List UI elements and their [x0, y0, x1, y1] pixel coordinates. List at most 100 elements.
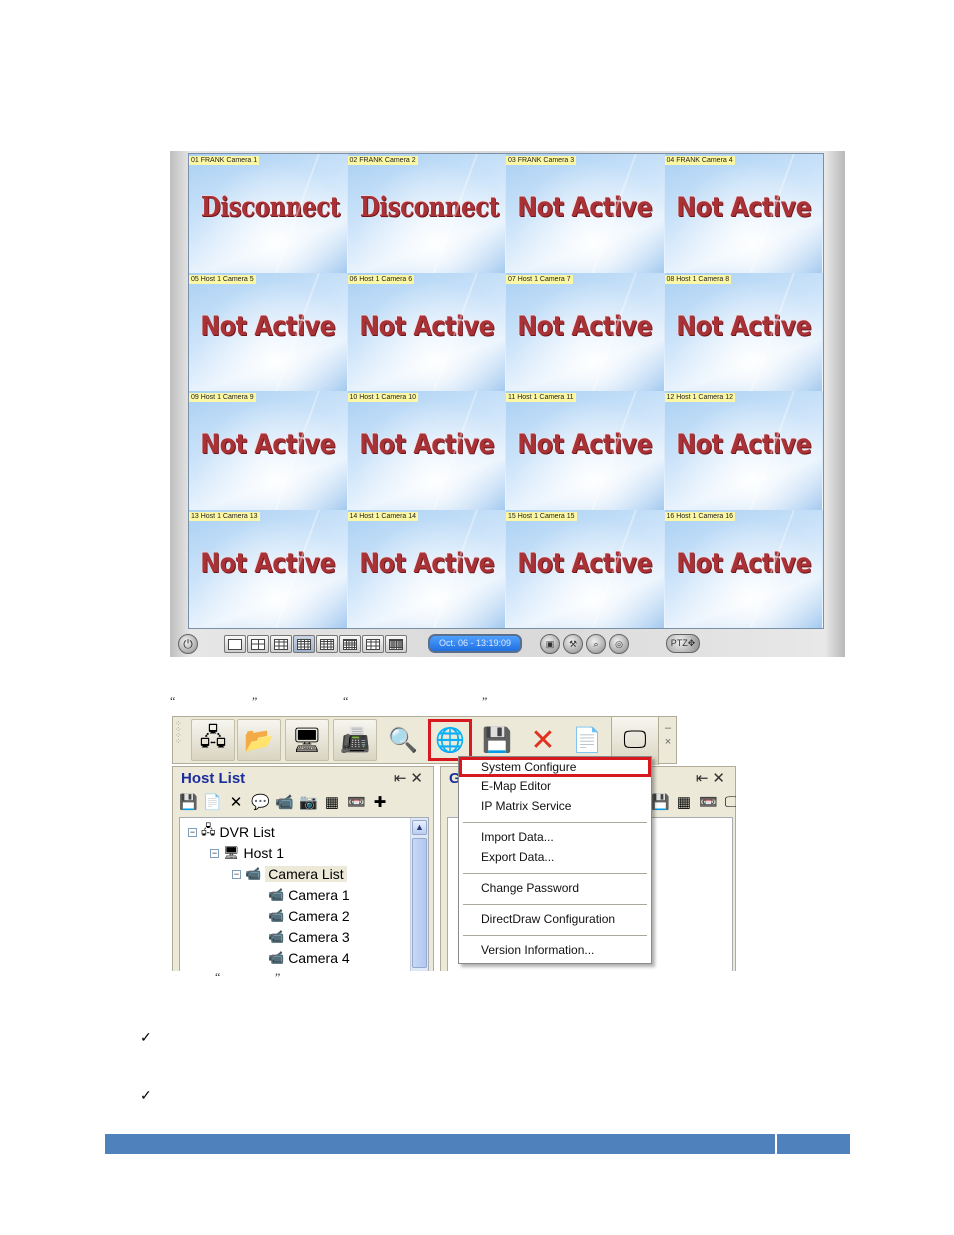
folder-icon[interactable]: 📂 — [237, 719, 281, 761]
menu-item-version-information[interactable]: Version Information... — [481, 943, 594, 957]
new-icon[interactable]: 📄 — [203, 793, 222, 811]
camera-cell[interactable]: 02 FRANK Camera 2 Disconnect — [347, 154, 506, 273]
pin-icon[interactable]: ⇤ — [394, 770, 411, 787]
monitor-icon[interactable]: 🖵 — [613, 719, 657, 761]
camera-cell[interactable]: 15 Host 1 Camera 15 Not Active — [506, 509, 665, 628]
menu-item-change-password[interactable]: Change Password — [481, 881, 579, 895]
delete-icon[interactable]: ✕ — [521, 719, 565, 761]
tree-item[interactable]: − 🖧 DVR List — [188, 822, 275, 842]
grid-layout-icon — [297, 638, 311, 650]
close-icon[interactable]: ✕ — [410, 770, 427, 787]
camera-status: Not Active — [675, 429, 811, 460]
menu-item-ip-matrix-service[interactable]: IP Matrix Service — [481, 799, 571, 813]
scroll-thumb[interactable] — [412, 838, 427, 968]
camera-cell[interactable]: 01 FRANK Camera 1 Disconnect — [189, 154, 348, 273]
collapse-icon[interactable]: − — [210, 848, 219, 858]
system-tools-icon[interactable]: 🌐 — [428, 719, 472, 761]
camera-status: Not Active — [358, 310, 494, 342]
toolbar-window-controls[interactable]: – × — [660, 721, 676, 749]
camera-cell[interactable]: 09 Host 1 Camera 9 Not Active — [189, 391, 348, 510]
tree-item[interactable]: 📹 Camera 2 — [268, 906, 350, 926]
tape-icon[interactable]: 📼 — [699, 793, 718, 811]
new-icon[interactable]: 📄 — [565, 719, 609, 761]
context-menu: System Configure E-Map Editor IP Matrix Se… — [458, 756, 652, 964]
power-icon[interactable]: ⏻ — [178, 634, 198, 654]
tree-item[interactable]: − 🖥 Host 1 — [210, 843, 284, 863]
tree-item[interactable]: 📹 Camera 3 — [268, 927, 350, 947]
search-icon[interactable]: 🔍 — [381, 719, 425, 761]
grid-layout-icon — [274, 638, 288, 650]
camera-label: 04 FRANK Camera 4 — [664, 156, 735, 165]
layout-buttons — [224, 635, 407, 653]
layout-sequence-button[interactable] — [362, 635, 384, 653]
pin-icon[interactable]: ⇤ — [696, 770, 713, 787]
camera-label: 09 Host 1 Camera 9 — [189, 393, 256, 402]
collapse-icon[interactable]: − — [188, 827, 197, 837]
camera-add-icon[interactable]: 📷 — [299, 793, 318, 811]
layout-4-split-button[interactable] — [247, 635, 269, 653]
camera-status: Not Active — [517, 310, 653, 342]
host-list-panel: Host List ⇤✕ 💾 📄 ✕ 💬 📹 📷 ▦ 📼 ✚ ▲ − 🖧 DVR List − 🖥 Hos… — [172, 766, 434, 971]
camera-status: Not Active — [200, 310, 336, 342]
minimize-icon[interactable]: – — [660, 721, 676, 735]
network-computers-icon[interactable]: 🖥 — [285, 719, 329, 761]
camera-label: 06 Host 1 Camera 6 — [347, 274, 415, 284]
save-icon[interactable]: 💾 — [651, 793, 670, 811]
device-icon[interactable]: 📠 — [333, 719, 377, 761]
camera-cell[interactable]: 12 Host 1 Camera 12 Not Active — [664, 391, 823, 510]
close-icon[interactable]: ✕ — [712, 770, 729, 787]
chat-icon[interactable]: 💬 — [251, 793, 270, 811]
layout-25-split-button[interactable] — [339, 635, 361, 653]
tree-item[interactable]: 📹 Camera 4 — [268, 948, 350, 968]
camera-cell[interactable]: 14 Host 1 Camera 14 Not Active — [347, 509, 506, 628]
camera-cell[interactable]: 10 Host 1 Camera 10 Not Active — [347, 391, 506, 510]
add-icon[interactable]: ✚ — [371, 793, 389, 811]
host-icon: 🖥 — [223, 845, 240, 860]
menu-item-system-configure[interactable]: System Configure — [459, 757, 651, 777]
camera-cell[interactable]: 11 Host 1 Camera 11 Not Active — [506, 391, 665, 510]
collapse-icon[interactable]: − — [232, 869, 241, 879]
menu-item-import-data[interactable]: Import Data... — [481, 830, 554, 844]
scroll-up-icon[interactable]: ▲ — [412, 820, 427, 835]
snapshot-icon[interactable]: ▣ — [540, 634, 560, 654]
tools-icon[interactable]: ⚒ — [563, 634, 583, 654]
camera-grid: 01 FRANK Camera 1 Disconnect 02 FRANK Came… — [188, 153, 824, 629]
camera-status: Not Active — [200, 429, 336, 460]
camera-cell[interactable]: 13 Host 1 Camera 13 Not Active — [189, 509, 348, 628]
camera-cell[interactable]: 08 Host 1 Camera 8 Not Active — [664, 272, 823, 391]
layout-13-split-button[interactable] — [316, 635, 338, 653]
menu-item-directdraw-configuration[interactable]: DirectDraw Configuration — [481, 912, 615, 926]
ptz-button[interactable]: PTZ✥ — [666, 634, 700, 653]
layout-9-split-button[interactable] — [270, 635, 292, 653]
tape-icon[interactable]: 📼 — [347, 793, 366, 811]
layout-16-split-button[interactable] — [293, 635, 315, 653]
camera-cell[interactable]: 06 Host 1 Camera 6 Not Active — [347, 272, 506, 391]
tree-item[interactable]: − 📹 Camera List — [232, 864, 347, 884]
layout-1-split-button[interactable] — [224, 635, 246, 653]
camera-cell[interactable]: 07 Host 1 Camera 7 Not Active — [506, 272, 665, 391]
save-icon[interactable]: 💾 — [475, 719, 519, 761]
camera-cell[interactable]: 04 FRANK Camera 4 Not Active — [664, 154, 823, 273]
toolbar-grip[interactable]: ⁘ ⁘ ⁘ ⁘ — [175, 720, 189, 759]
scrollbar[interactable]: ▲ — [410, 818, 428, 971]
grid-icon[interactable]: ▦ — [675, 793, 693, 811]
zoom-icon[interactable]: ⌕ — [586, 634, 606, 654]
camera-cell[interactable]: 16 Host 1 Camera 16 Not Active — [664, 509, 823, 628]
monitor-icon[interactable]: 🖵 — [723, 794, 736, 811]
delete-icon[interactable]: ✕ — [227, 793, 245, 811]
close-icon[interactable]: × — [660, 735, 676, 749]
grid-icon[interactable]: ▦ — [323, 793, 341, 811]
record-icon[interactable]: ◎ — [609, 634, 629, 654]
host-tree-icon[interactable]: 🖧 — [191, 719, 235, 761]
camera-cell[interactable]: 05 Host 1 Camera 5 Not Active — [189, 272, 348, 391]
layout-36-split-button[interactable] — [385, 635, 407, 653]
camera-icon[interactable]: 📹 — [275, 793, 294, 811]
camera-label: 03 FRANK Camera 3 — [506, 156, 577, 165]
save-icon[interactable]: 💾 — [179, 793, 198, 811]
menu-item-export-data[interactable]: Export Data... — [481, 850, 554, 864]
tree-item[interactable]: 📹 Camera 1 — [268, 885, 350, 905]
open-quote: “ — [170, 694, 176, 708]
camera-cell[interactable]: 03 FRANK Camera 3 Not Active — [506, 154, 665, 273]
menu-item-e-map-editor[interactable]: E-Map Editor — [481, 779, 551, 793]
camera-status: Not Active — [675, 310, 811, 342]
